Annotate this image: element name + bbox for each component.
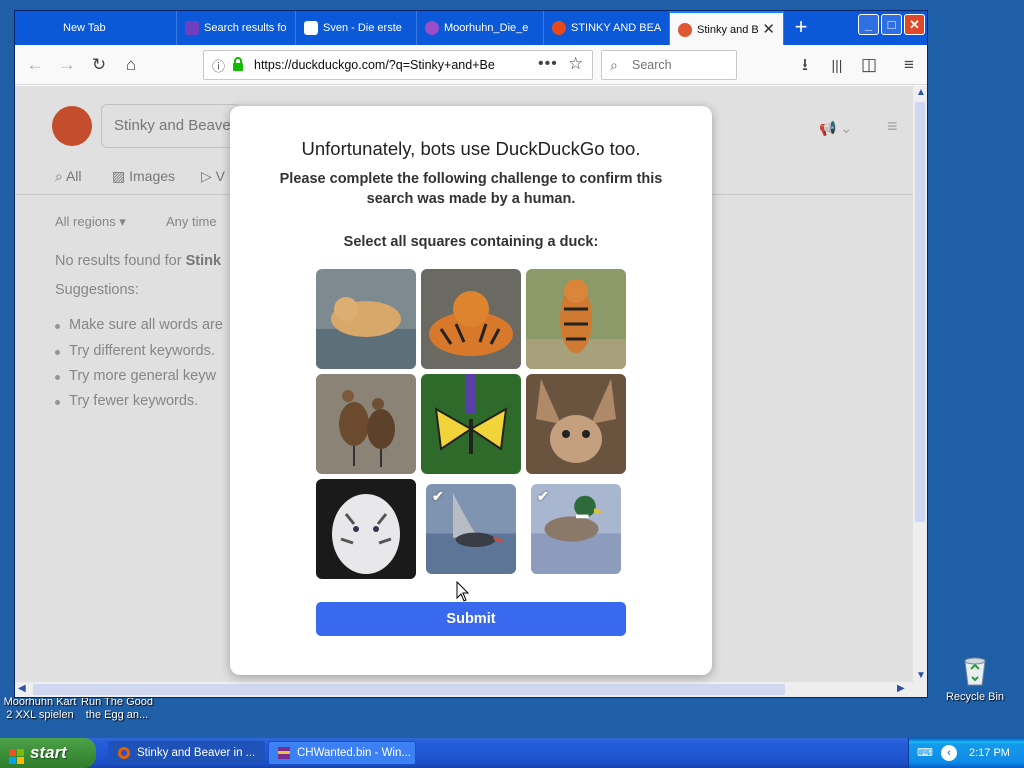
lion-cub-image-icon xyxy=(316,269,416,369)
tab-moorhuhn[interactable]: Moorhuhn_Die_e xyxy=(417,11,544,45)
scroll-left-icon[interactable]: ◀ xyxy=(18,683,26,694)
captcha-tile-lion-cub[interactable] xyxy=(316,269,416,369)
captcha-tile-fennec-fox[interactable] xyxy=(526,374,626,474)
library-icon[interactable]: ||| xyxy=(825,53,849,77)
favicon-icon xyxy=(185,21,199,36)
download-icon[interactable]: ⭳ xyxy=(793,53,817,77)
forward-arrow-icon[interactable]: → xyxy=(55,53,79,77)
museum-icon xyxy=(304,21,318,36)
recycle-bin-icon xyxy=(960,655,990,687)
butterfly-image-icon xyxy=(421,374,521,474)
keyboard-icon[interactable]: ⌨ xyxy=(917,738,933,768)
taskbar-label: Stinky and Beaver in ... xyxy=(137,747,256,759)
captcha-tile-walking-tiger[interactable] xyxy=(526,269,626,369)
captcha-tile-mallard-selected[interactable]: ✔ xyxy=(531,484,621,574)
tab-label: Search results fo xyxy=(204,22,287,34)
scroll-down-icon[interactable]: ▼ xyxy=(916,670,926,681)
captcha-dialog: Unfortunately, bots use DuckDuckGo too. … xyxy=(230,106,712,675)
maximize-button[interactable]: □ xyxy=(881,14,902,35)
recycle-bin[interactable]: Recycle Bin xyxy=(942,655,1008,704)
expand-tray-icon[interactable]: ‹ xyxy=(941,745,957,761)
tiger-image-icon xyxy=(421,269,521,369)
window-controls: _ □ ✕ xyxy=(856,14,925,35)
tab-stinky-and-bea[interactable]: STINKY AND BEA xyxy=(544,11,670,45)
home-icon[interactable]: ⌂ xyxy=(119,53,143,77)
captcha-tile-whistling-ducks[interactable] xyxy=(316,374,416,474)
captcha-subtitle: Please complete the following challenge … xyxy=(279,171,663,207)
white-tiger-image-icon xyxy=(316,479,416,579)
mouse-cursor-icon xyxy=(456,580,470,603)
search-input[interactable]: ⌕ Search xyxy=(601,50,737,80)
sidebar-icon[interactable]: ◫ xyxy=(857,53,881,77)
captcha-tile-lying-tiger[interactable] xyxy=(421,269,521,369)
reload-icon[interactable]: ↻ xyxy=(87,53,111,77)
search-icon: ⌕ xyxy=(610,57,618,73)
captcha-tile-butterfly[interactable] xyxy=(421,374,521,474)
tab-label: Stinky and B xyxy=(697,24,759,36)
taskbar-button-firefox[interactable]: Stinky and Beaver in ... xyxy=(108,741,265,765)
url-bar[interactable]: ⓘ https://duckduckgo.com/?q=Stinky+and+B… xyxy=(203,50,593,80)
recycle-bin-label: Recycle Bin xyxy=(945,691,1005,703)
taskbar: start Stinky and Beaver in ... CHWanted.… xyxy=(0,738,1024,768)
tab-label: New Tab xyxy=(63,22,106,34)
desktop-icon-moorhuhn-kart[interactable]: Moorhuhn Kart 2 XXL spielen xyxy=(2,696,78,722)
vertical-scrollbar[interactable]: ▲ ▼ xyxy=(913,86,927,682)
captcha-tile-flying-duck-selected[interactable]: ✔ xyxy=(426,484,516,574)
tiger-image-icon xyxy=(526,269,626,369)
tab-label: Sven - Die erste xyxy=(323,22,402,34)
horizontal-scrollbar[interactable]: ◀ ▶ xyxy=(15,682,927,697)
captcha-instruction: Select all squares containing a duck: xyxy=(343,234,599,250)
checkmark-icon: ✔ xyxy=(537,488,549,504)
scrollbar-thumb[interactable] xyxy=(33,684,785,695)
menu-icon[interactable]: ≡ xyxy=(897,53,921,77)
clock: 2:17 PM xyxy=(969,747,1010,759)
close-tab-icon[interactable]: ✕ xyxy=(762,13,775,45)
submit-button[interactable]: Submit xyxy=(316,602,626,636)
favicon-icon xyxy=(425,21,439,36)
taskbar-button-winrar[interactable]: CHWanted.bin - Win... xyxy=(268,741,416,765)
system-tray: ⌨ ‹ 2:17 PM xyxy=(908,738,1024,768)
lock-icon[interactable] xyxy=(232,56,244,71)
tab-search-results[interactable]: Search results fo xyxy=(177,11,296,45)
page-actions-icon[interactable]: ••• xyxy=(538,55,558,73)
favicon-icon xyxy=(552,21,566,36)
captcha-title: Unfortunately, bots use DuckDuckGo too. xyxy=(301,138,641,159)
url-text: https://duckduckgo.com/?q=Stinky+and+Be xyxy=(254,58,495,72)
taskbar-label: CHWanted.bin - Win... xyxy=(297,747,411,759)
desktop-icon-label: 2 XXL spielen xyxy=(6,709,74,721)
tab-stinky-and-beaver-active[interactable]: Stinky and B ✕ xyxy=(670,11,784,45)
start-button[interactable]: start xyxy=(0,738,96,768)
scroll-up-icon[interactable]: ▲ xyxy=(916,87,926,98)
minimize-button[interactable]: _ xyxy=(858,14,879,35)
desktop-icon-label: the Egg an... xyxy=(85,709,149,721)
duck-image-icon xyxy=(316,374,416,474)
tab-label: Moorhuhn_Die_e xyxy=(444,22,529,34)
windows-flag-icon xyxy=(9,745,25,764)
checkmark-icon: ✔ xyxy=(432,488,444,504)
tab-bar: New Tab Search results fo Sven - Die ers… xyxy=(15,11,927,45)
scrollbar-thumb[interactable] xyxy=(915,102,925,522)
start-label: start xyxy=(30,743,67,762)
new-tab-button[interactable]: + xyxy=(788,11,814,45)
firefox-icon xyxy=(117,746,131,760)
scroll-right-icon[interactable]: ▶ xyxy=(897,683,905,694)
desktop-icon-run-the-good-egg[interactable]: Run The Good the Egg an... xyxy=(80,696,154,722)
captcha-image-grid: ✔ ✔ xyxy=(316,269,626,579)
search-placeholder: Search xyxy=(632,58,672,72)
winrar-icon xyxy=(277,746,291,760)
navigation-toolbar: ← → ↻ ⌂ ⓘ https://duckduckgo.com/?q=Stin… xyxy=(15,45,927,85)
tab-new-tab[interactable]: New Tab xyxy=(15,11,177,45)
back-arrow-icon[interactable]: ← xyxy=(23,53,47,77)
info-icon[interactable]: ⓘ xyxy=(212,56,225,75)
duckduckgo-icon xyxy=(678,23,692,38)
close-window-button[interactable]: ✕ xyxy=(904,14,925,35)
tab-sven[interactable]: Sven - Die erste xyxy=(296,11,417,45)
fox-image-icon xyxy=(526,374,626,474)
bookmark-star-icon[interactable]: ☆ xyxy=(568,54,583,74)
captcha-tile-white-tiger[interactable] xyxy=(316,479,416,579)
tab-label: STINKY AND BEA xyxy=(571,22,662,34)
